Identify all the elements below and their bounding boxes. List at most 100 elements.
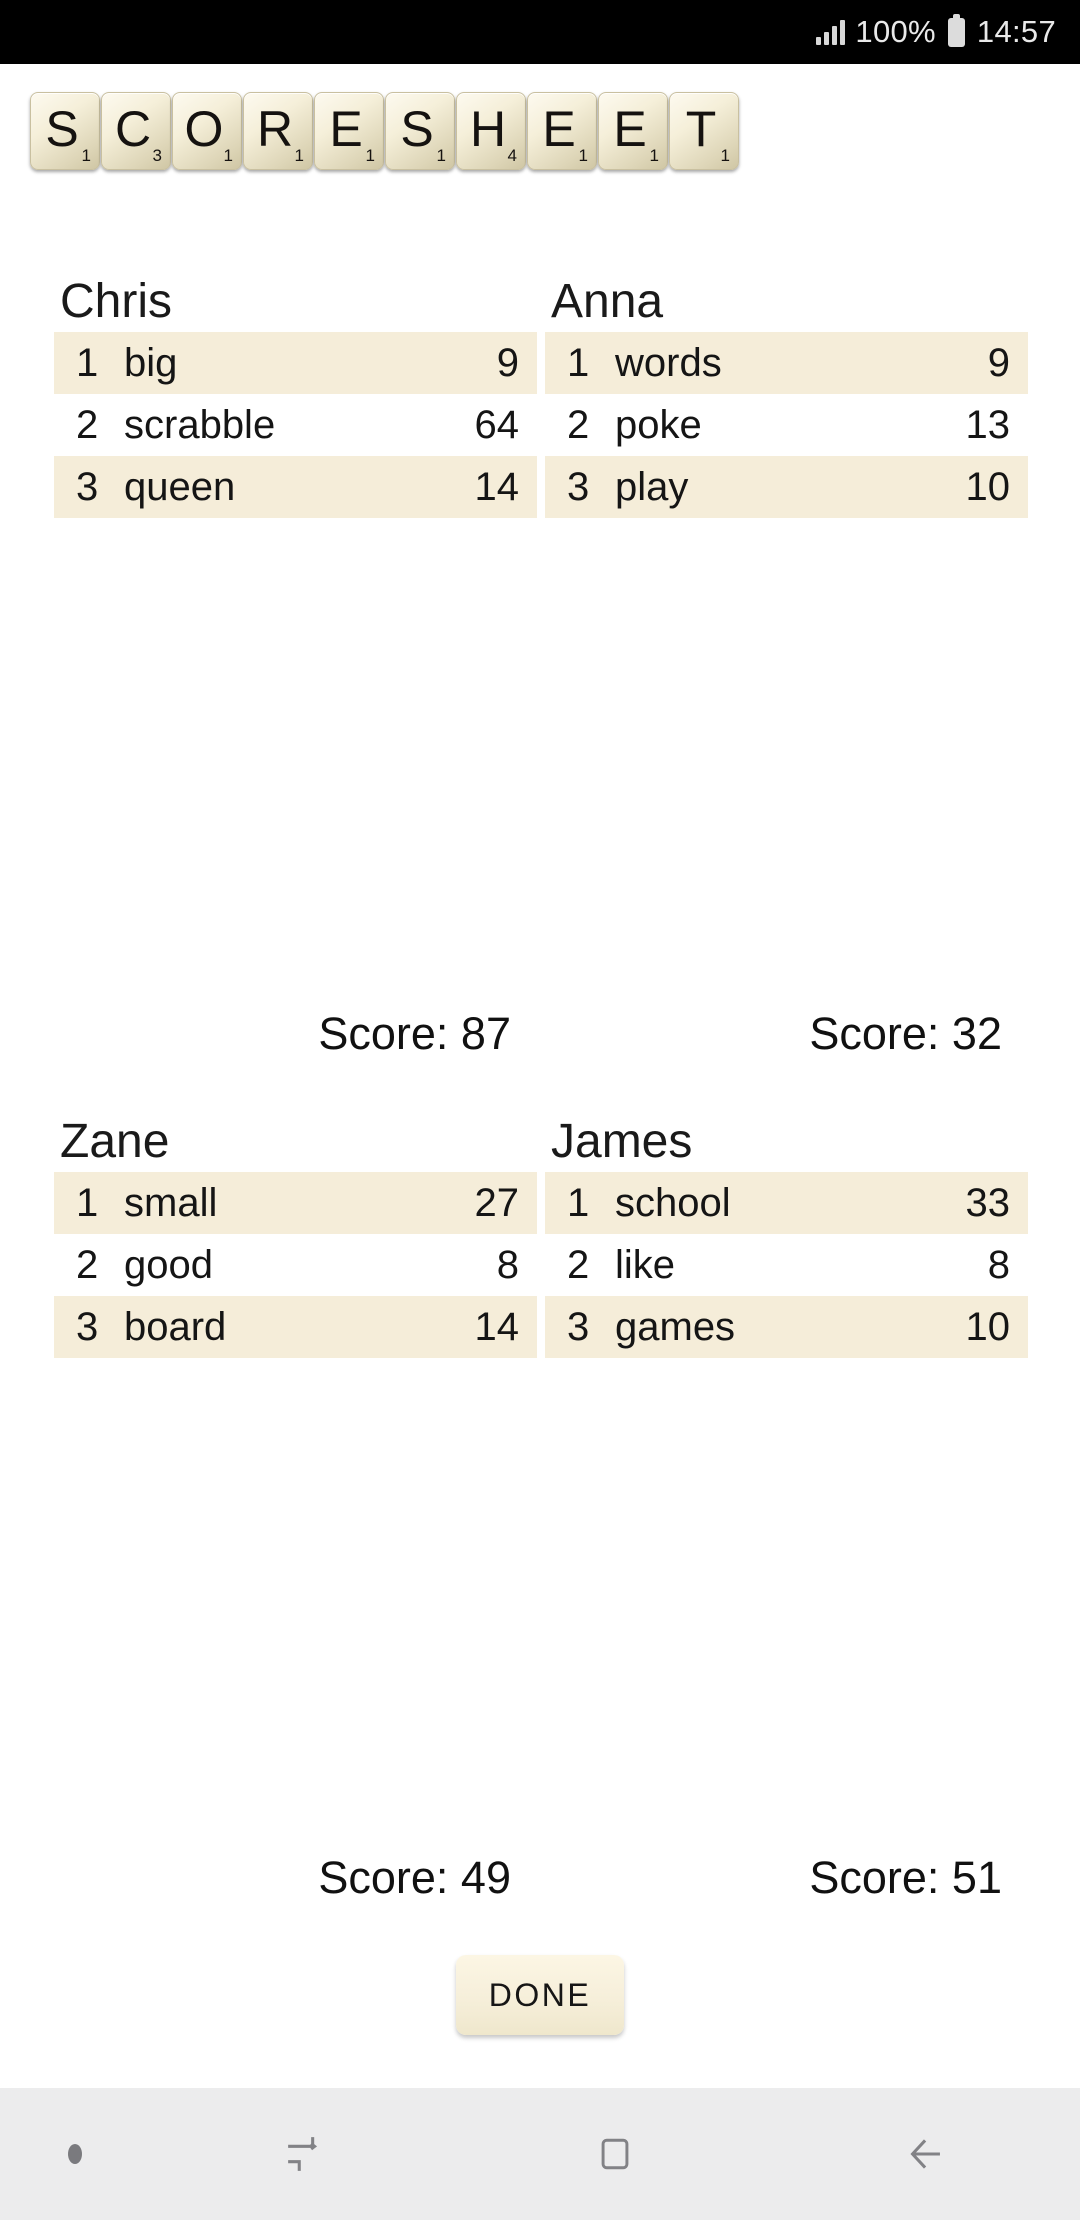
player-column-zane: Zane 1 small 27 2 good 8 3 board 14: [54, 1118, 537, 1358]
word-list: 1 words 9 2 poke 13 3 play 10: [545, 332, 1028, 518]
table-row[interactable]: 2 like 8: [545, 1234, 1028, 1296]
nav-recents-button[interactable]: [150, 2131, 460, 2177]
player-total-score: Score: 49: [318, 1852, 511, 1903]
row-index: 3: [567, 464, 590, 509]
player-name[interactable]: James: [545, 1118, 1028, 1172]
row-word: play: [615, 464, 689, 509]
table-row[interactable]: 1 big 9: [54, 332, 537, 394]
table-row[interactable]: 2 good 8: [54, 1234, 537, 1296]
row-word: words: [615, 340, 722, 385]
scores-top-group: Score: 87 Score: 32: [0, 1008, 1080, 1060]
table-row[interactable]: 3 games 10: [545, 1296, 1028, 1358]
tile-letter: O: [184, 101, 224, 157]
table-row[interactable]: 3 play 10: [545, 456, 1028, 518]
battery-full-icon: [947, 13, 965, 47]
row-word: good: [124, 1242, 213, 1287]
row-index: 3: [567, 1304, 590, 1349]
word-list: 1 big 9 2 scrabble 64 3 queen 14: [54, 332, 537, 518]
row-index: 2: [76, 402, 99, 447]
status-bar: 100% 14:57: [0, 0, 1080, 64]
row-index: 3: [76, 464, 99, 509]
tile-value: 1: [720, 146, 730, 165]
player-column-james: James 1 school 33 2 like 8 3 games 10: [545, 1118, 1028, 1358]
player-name[interactable]: Anna: [545, 278, 1028, 332]
row-score: 14: [474, 464, 520, 509]
table-row[interactable]: 2 scrabble 64: [54, 394, 537, 456]
scores-bottom-group: Score: 49 Score: 51: [0, 1852, 1080, 1904]
letter-tile-t-9: T1: [669, 92, 739, 170]
tile-letter: E: [542, 101, 576, 157]
row-index: 2: [76, 1242, 99, 1287]
battery-percent-label: 100%: [855, 14, 936, 49]
row-index: 1: [567, 1180, 590, 1225]
row-score: 64: [474, 402, 520, 447]
players-bottom-group: Zane 1 small 27 2 good 8 3 board 14 James 1 school 33…: [0, 1118, 1080, 1358]
tile-value: 1: [649, 146, 659, 165]
app-logo-scoresheet: S1C3O1R1E1S1H4E1E1T1: [30, 92, 739, 170]
player-name[interactable]: Chris: [54, 278, 537, 332]
done-button[interactable]: DONE: [456, 1955, 624, 2035]
row-score: 10: [965, 464, 1011, 509]
recents-icon: [288, 2137, 318, 2171]
table-row[interactable]: 1 words 9: [545, 332, 1028, 394]
player-column-chris: Chris 1 big 9 2 scrabble 64 3 queen 14: [54, 278, 537, 518]
player-pair-bottom: Zane 1 small 27 2 good 8 3 board 14 James 1 school 33…: [0, 1118, 1080, 1358]
nav-dot-indicator: [0, 2144, 150, 2164]
tile-value: 1: [436, 146, 446, 165]
row-word: small: [124, 1180, 218, 1225]
row-index: 3: [76, 1304, 99, 1349]
letter-tile-e-8: E1: [598, 92, 668, 170]
players-top-group: Chris 1 big 9 2 scrabble 64 3 queen 14 Anna 1 words 9…: [0, 278, 1080, 518]
nav-home-button[interactable]: [460, 2132, 770, 2176]
letter-tile-s-0: S1: [30, 92, 100, 170]
row-word: queen: [124, 464, 236, 509]
done-button-container: DONE: [0, 1955, 1080, 2035]
player-pair-top: Chris 1 big 9 2 scrabble 64 3 queen 14 Anna 1 words 9…: [0, 278, 1080, 518]
back-arrow-icon: [910, 2139, 940, 2169]
player-name[interactable]: Zane: [54, 1118, 537, 1172]
row-index: 1: [567, 340, 590, 385]
table-row[interactable]: 3 queen 14: [54, 456, 537, 518]
tile-letter: R: [256, 101, 294, 157]
row-word: big: [124, 340, 178, 385]
row-score: 14: [474, 1304, 520, 1349]
row-score: 8: [987, 1242, 1010, 1287]
tile-value: 1: [223, 146, 233, 165]
row-score: 9: [496, 340, 519, 385]
table-row[interactable]: 2 poke 13: [545, 394, 1028, 456]
row-index: 1: [76, 1180, 99, 1225]
tile-letter: E: [329, 101, 363, 157]
tile-value: 4: [507, 146, 517, 165]
player-column-anna: Anna 1 words 9 2 poke 13 3 play 10: [545, 278, 1028, 518]
table-row[interactable]: 1 small 27: [54, 1172, 537, 1234]
row-score: 13: [965, 402, 1011, 447]
tile-letter: C: [114, 101, 152, 157]
letter-tile-o-2: O1: [172, 92, 242, 170]
tile-value: 1: [294, 146, 304, 165]
dot-indicator-icon: [68, 2144, 82, 2164]
row-word: scrabble: [124, 402, 276, 447]
tile-value: 3: [152, 146, 162, 165]
signal-bars-icon: [816, 19, 846, 45]
nav-back-button[interactable]: [770, 2131, 1080, 2177]
row-word: poke: [615, 402, 702, 447]
tile-letter: T: [685, 101, 717, 157]
tile-letter: S: [45, 101, 79, 157]
clock-label: 14:57: [976, 14, 1056, 49]
row-word: like: [615, 1242, 676, 1287]
row-score: 8: [496, 1242, 519, 1287]
table-row[interactable]: 3 board 14: [54, 1296, 537, 1358]
tile-letter: H: [469, 101, 507, 157]
table-row[interactable]: 1 school 33: [545, 1172, 1028, 1234]
row-score: 10: [965, 1304, 1011, 1349]
home-icon: [601, 2138, 629, 2170]
letter-tile-r-3: R1: [243, 92, 313, 170]
player-total-score: Score: 51: [809, 1852, 1002, 1903]
tile-value: 1: [578, 146, 588, 165]
letter-tile-e-4: E1: [314, 92, 384, 170]
tile-value: 1: [81, 146, 91, 165]
word-list: 1 small 27 2 good 8 3 board 14: [54, 1172, 537, 1358]
player-total-score: Score: 87: [318, 1008, 511, 1059]
row-score: 33: [965, 1180, 1011, 1225]
player-total-score: Score: 32: [809, 1008, 1002, 1059]
